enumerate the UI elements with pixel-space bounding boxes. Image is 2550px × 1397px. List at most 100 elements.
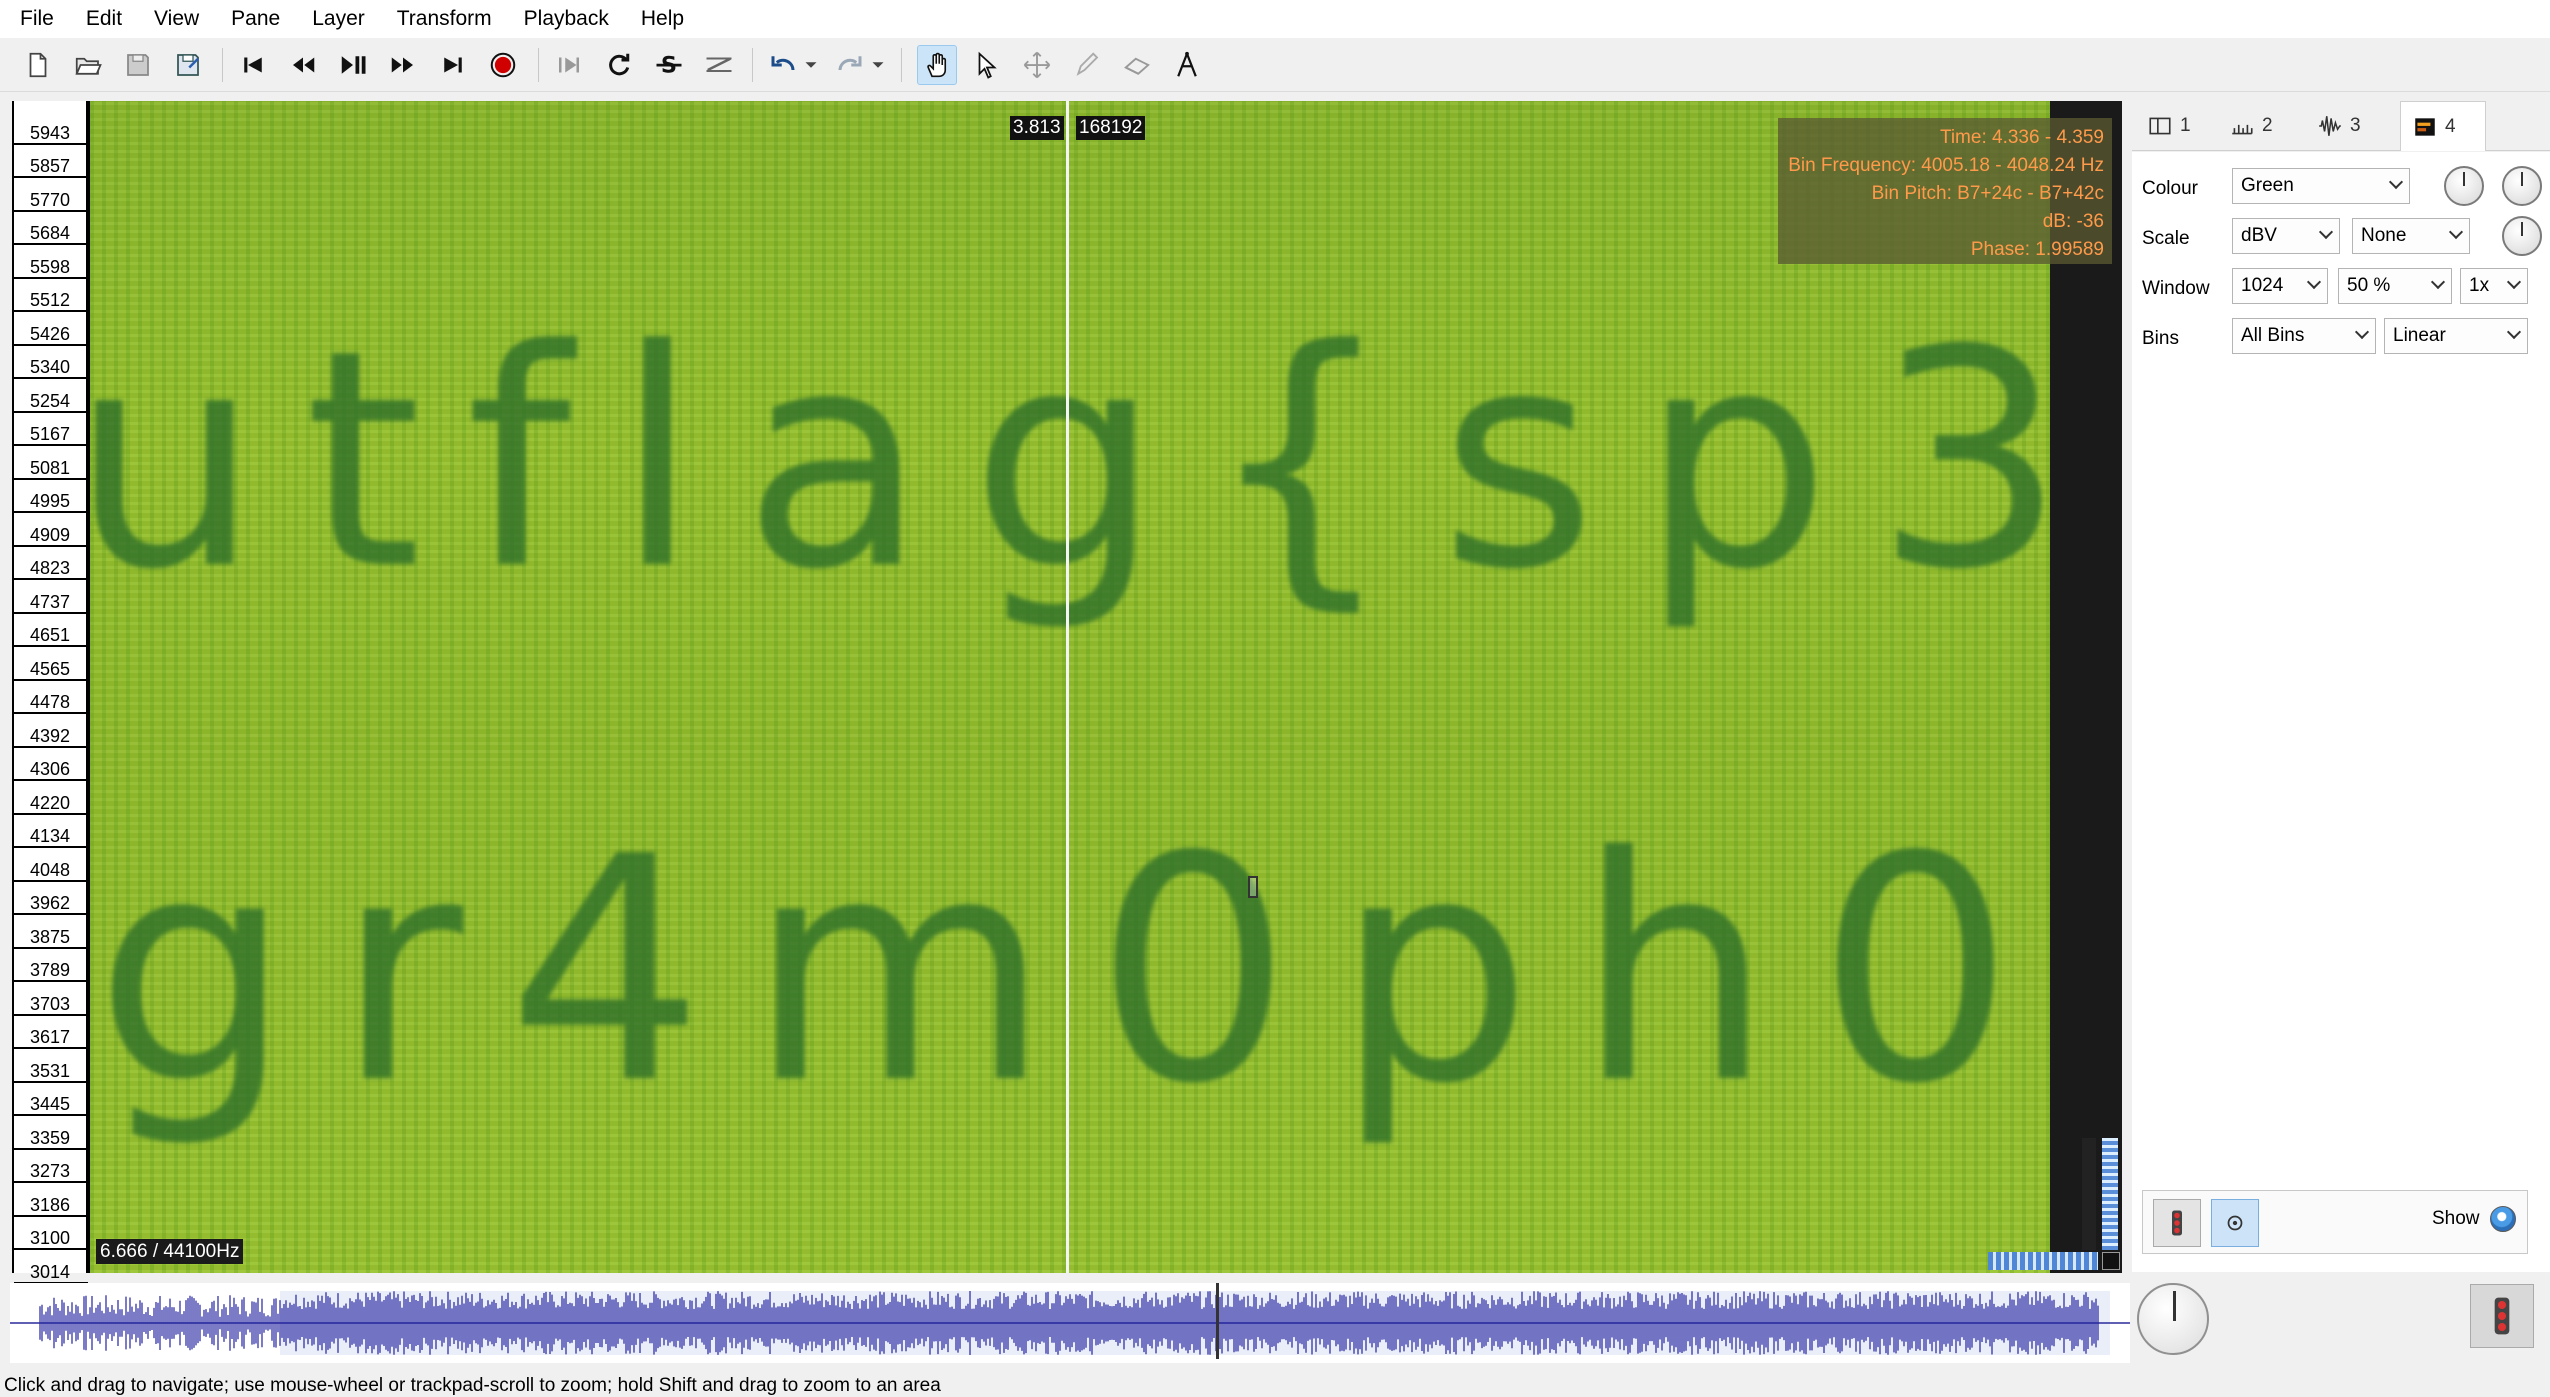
frequency-tick-label: 3962 [14, 893, 88, 915]
save-icon [127, 54, 149, 76]
toolbar-separator [222, 48, 223, 82]
frequency-tick-label: 3445 [14, 1094, 88, 1116]
menu-playback[interactable]: Playback [514, 0, 619, 38]
erase-tool-button[interactable] [1117, 45, 1157, 85]
menu-file[interactable]: File [10, 0, 64, 38]
menu-bar: File Edit View Pane Layer Transform Play… [0, 0, 2550, 38]
frequency-tick-label: 4392 [14, 726, 88, 748]
open-folder-icon [75, 57, 102, 75]
solo-button[interactable]: S [649, 45, 689, 85]
fast-forward-button[interactable] [383, 45, 423, 85]
status-bar: Click and drag to navigate; use mouse-wh… [0, 1374, 2550, 1397]
normalization-select[interactable]: None [2352, 218, 2470, 254]
menu-pane[interactable]: Pane [221, 0, 290, 38]
frequency-scale-select[interactable]: Linear [2384, 318, 2528, 354]
tab-spectrogram[interactable]: 4 [2400, 101, 2486, 151]
menu-edit[interactable]: Edit [76, 0, 132, 38]
window-size-select[interactable]: 1024 [2232, 268, 2328, 304]
frequency-tick-label: 4478 [14, 692, 88, 714]
zoom-reset-button[interactable] [2102, 1252, 2120, 1270]
tab-label: 2 [2262, 115, 2273, 136]
chevron-down-icon [2318, 224, 2334, 240]
overview-waveform-drawing [10, 1291, 2130, 1355]
layer-toggle-button[interactable] [2211, 1199, 2259, 1247]
show-label: Show [2432, 1208, 2480, 1229]
normalization-select-value: None [2361, 225, 2407, 246]
normalize-button[interactable] [699, 45, 739, 85]
scale-select-value: dBV [2241, 225, 2277, 246]
tab-pane[interactable]: 1 [2138, 101, 2218, 151]
gain-knob[interactable] [2502, 216, 2542, 256]
forward-end-button[interactable] [433, 45, 473, 85]
colour-rotation-knob[interactable] [2444, 166, 2484, 206]
move-tool-button[interactable] [1017, 45, 1057, 85]
colour-threshold-knob[interactable] [2502, 166, 2542, 206]
oversampling-select[interactable]: 1x [2460, 268, 2528, 304]
frequency-tick-label: 3789 [14, 960, 88, 982]
app-window: File Edit View Pane Layer Transform Play… [0, 0, 2550, 1397]
colour-select[interactable]: Green [2232, 168, 2410, 204]
draw-tool-button[interactable] [1067, 45, 1107, 85]
save-as-icon [177, 54, 199, 76]
new-file-button[interactable] [18, 45, 58, 85]
window-overlap-select[interactable]: 50 % [2338, 268, 2452, 304]
select-tool-button[interactable] [967, 45, 1007, 85]
window-size-value: 1024 [2241, 275, 2284, 296]
show-layer-toggle[interactable] [2490, 1206, 2516, 1232]
save-button[interactable] [118, 45, 158, 85]
vertical-zoom-slider[interactable] [2082, 1138, 2096, 1250]
spectrogram-view[interactable]: utflag{sp3tr0 gr4m0ph0n3} [90, 101, 2050, 1273]
play-pause-icon [341, 56, 366, 74]
menu-transform[interactable]: Transform [387, 0, 502, 38]
menu-layer[interactable]: Layer [302, 0, 375, 38]
undo-dropdown[interactable] [800, 45, 822, 85]
frequency-tick-label: 5167 [14, 424, 88, 446]
loop-button[interactable] [599, 45, 639, 85]
playhead-line[interactable] [1066, 101, 1069, 1273]
forward-end-icon [444, 57, 462, 73]
tab-waveform[interactable]: 3 [2308, 101, 2394, 151]
frequency-tick-label: 4737 [14, 592, 88, 614]
horizontal-zoom-meter[interactable] [1988, 1252, 2098, 1270]
frequency-tick-label: 3273 [14, 1161, 88, 1183]
overview-playhead[interactable] [1216, 1283, 1219, 1359]
tab-label: 3 [2350, 115, 2361, 136]
record-button[interactable] [483, 45, 523, 85]
volume-knob[interactable] [2137, 1283, 2209, 1355]
playback-parameters-button[interactable] [2470, 1284, 2534, 1348]
frequency-scale-value: Linear [2393, 325, 2446, 346]
spectrogram-properties: Colour Green Scale dBV None Window 1024 … [2132, 152, 2550, 1272]
measure-tool-button[interactable] [1167, 45, 1207, 85]
menu-view[interactable]: View [144, 0, 209, 38]
normalize-icon [706, 57, 732, 72]
cursor-info-overlay: Time: 4.336 - 4.359 Bin Frequency: 4005.… [1778, 118, 2112, 264]
redo-dropdown[interactable] [867, 45, 889, 85]
new-file-icon [29, 52, 47, 78]
rewind-button[interactable] [283, 45, 323, 85]
undo-button[interactable] [763, 45, 803, 85]
vertical-zoom-meter[interactable] [2102, 1138, 2118, 1250]
frequency-tick-label: 3617 [14, 1027, 88, 1049]
overview-waveform[interactable] [10, 1283, 2130, 1363]
open-button[interactable] [68, 45, 108, 85]
navigate-tool-button[interactable] [917, 45, 957, 85]
redo-button[interactable] [830, 45, 870, 85]
frequency-tick-label: 5081 [14, 458, 88, 480]
toolbar-separator [538, 48, 539, 82]
save-as-button[interactable] [168, 45, 208, 85]
frequency-tick-label: 4565 [14, 659, 88, 681]
hand-icon [927, 52, 947, 78]
tab-label: 1 [2180, 115, 2191, 136]
info-db: dB: -36 [2042, 211, 2104, 232]
colour-select-value: Green [2241, 175, 2294, 196]
rewind-start-button[interactable] [233, 45, 273, 85]
play-selection-button[interactable] [549, 45, 589, 85]
scale-select[interactable]: dBV [2232, 218, 2340, 254]
frequency-tick-label: 3186 [14, 1195, 88, 1217]
play-parameters-button[interactable] [2153, 1199, 2201, 1247]
tab-ruler[interactable]: 2 [2220, 101, 2306, 151]
menu-help[interactable]: Help [631, 0, 694, 38]
duration-samplerate-label: 6.666 / 44100Hz [96, 1239, 244, 1264]
bins-select[interactable]: All Bins [2232, 318, 2376, 354]
play-pause-button[interactable] [333, 45, 373, 85]
